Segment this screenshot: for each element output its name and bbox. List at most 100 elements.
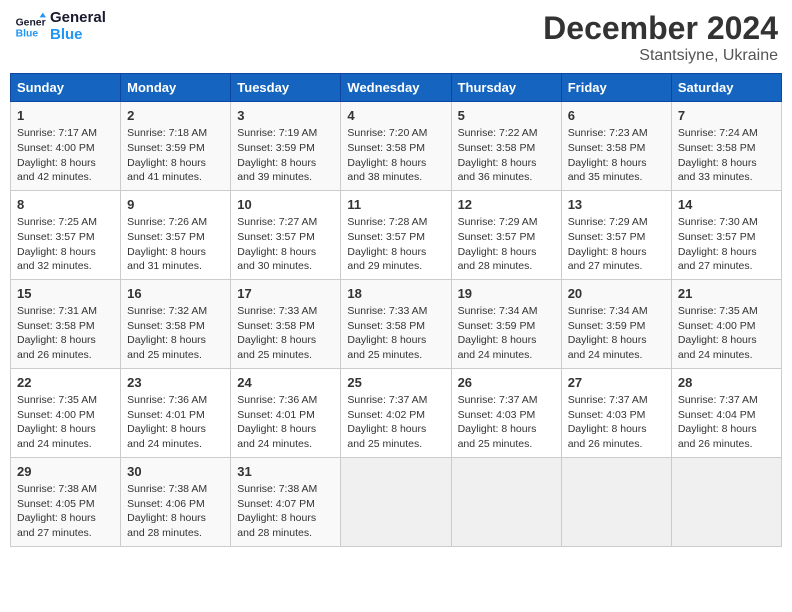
weekday-header: Monday: [121, 74, 231, 102]
day-info: Daylight: 8 hours: [347, 333, 444, 348]
day-info: Sunset: 3:58 PM: [237, 319, 334, 334]
day-info: Daylight: 8 hours: [568, 422, 665, 437]
day-number: 25: [347, 374, 444, 392]
calendar-cell: [561, 457, 671, 546]
calendar-body: 1Sunrise: 7:17 AMSunset: 4:00 PMDaylight…: [11, 102, 782, 547]
day-info: Sunrise: 7:19 AM: [237, 126, 334, 141]
calendar-cell: 6Sunrise: 7:23 AMSunset: 3:58 PMDaylight…: [561, 102, 671, 191]
day-info: Sunrise: 7:24 AM: [678, 126, 775, 141]
day-info: Sunrise: 7:37 AM: [568, 393, 665, 408]
day-info: Sunrise: 7:36 AM: [237, 393, 334, 408]
day-info: Sunrise: 7:18 AM: [127, 126, 224, 141]
day-info: Daylight: 8 hours: [678, 333, 775, 348]
svg-text:Blue: Blue: [16, 28, 39, 39]
weekday-header: Wednesday: [341, 74, 451, 102]
day-info: Daylight: 8 hours: [127, 333, 224, 348]
day-info: Sunrise: 7:36 AM: [127, 393, 224, 408]
calendar-cell: 17Sunrise: 7:33 AMSunset: 3:58 PMDayligh…: [231, 279, 341, 368]
day-info: and 31 minutes.: [127, 259, 224, 274]
day-info: and 25 minutes.: [347, 437, 444, 452]
calendar-cell: 29Sunrise: 7:38 AMSunset: 4:05 PMDayligh…: [11, 457, 121, 546]
day-number: 15: [17, 285, 114, 303]
day-info: and 32 minutes.: [17, 259, 114, 274]
calendar-cell: 2Sunrise: 7:18 AMSunset: 3:59 PMDaylight…: [121, 102, 231, 191]
day-info: Daylight: 8 hours: [237, 156, 334, 171]
calendar-cell: 20Sunrise: 7:34 AMSunset: 3:59 PMDayligh…: [561, 279, 671, 368]
day-number: 13: [568, 196, 665, 214]
day-info: Daylight: 8 hours: [127, 511, 224, 526]
day-number: 5: [458, 107, 555, 125]
day-info: Daylight: 8 hours: [347, 156, 444, 171]
calendar-week-row: 8Sunrise: 7:25 AMSunset: 3:57 PMDaylight…: [11, 190, 782, 279]
day-info: Sunset: 4:00 PM: [17, 141, 114, 156]
calendar-cell: 8Sunrise: 7:25 AMSunset: 3:57 PMDaylight…: [11, 190, 121, 279]
day-info: Sunrise: 7:34 AM: [568, 304, 665, 319]
logo: General Blue General Blue: [14, 10, 106, 43]
day-info: and 27 minutes.: [17, 526, 114, 541]
calendar-cell: 28Sunrise: 7:37 AMSunset: 4:04 PMDayligh…: [671, 368, 781, 457]
day-info: and 25 minutes.: [237, 348, 334, 363]
day-number: 2: [127, 107, 224, 125]
day-info: Sunrise: 7:37 AM: [678, 393, 775, 408]
day-info: Sunrise: 7:20 AM: [347, 126, 444, 141]
day-info: Sunset: 4:02 PM: [347, 408, 444, 423]
day-info: and 38 minutes.: [347, 170, 444, 185]
day-number: 16: [127, 285, 224, 303]
day-number: 22: [17, 374, 114, 392]
day-info: and 26 minutes.: [17, 348, 114, 363]
calendar-cell: 21Sunrise: 7:35 AMSunset: 4:00 PMDayligh…: [671, 279, 781, 368]
calendar-cell: 1Sunrise: 7:17 AMSunset: 4:00 PMDaylight…: [11, 102, 121, 191]
calendar-cell: 24Sunrise: 7:36 AMSunset: 4:01 PMDayligh…: [231, 368, 341, 457]
day-info: Sunset: 4:04 PM: [678, 408, 775, 423]
day-info: Sunset: 3:57 PM: [458, 230, 555, 245]
day-info: and 25 minutes.: [458, 437, 555, 452]
day-info: and 33 minutes.: [678, 170, 775, 185]
day-info: Sunrise: 7:33 AM: [237, 304, 334, 319]
day-info: and 24 minutes.: [458, 348, 555, 363]
day-number: 14: [678, 196, 775, 214]
day-info: Sunset: 4:01 PM: [237, 408, 334, 423]
day-info: Sunrise: 7:38 AM: [237, 482, 334, 497]
day-info: Daylight: 8 hours: [568, 156, 665, 171]
calendar-cell: 19Sunrise: 7:34 AMSunset: 3:59 PMDayligh…: [451, 279, 561, 368]
day-info: Sunset: 4:00 PM: [678, 319, 775, 334]
day-number: 7: [678, 107, 775, 125]
calendar-week-row: 22Sunrise: 7:35 AMSunset: 4:00 PMDayligh…: [11, 368, 782, 457]
day-number: 20: [568, 285, 665, 303]
calendar-cell: [451, 457, 561, 546]
day-info: Daylight: 8 hours: [17, 333, 114, 348]
day-info: Sunrise: 7:32 AM: [127, 304, 224, 319]
day-info: Daylight: 8 hours: [237, 245, 334, 260]
day-info: and 27 minutes.: [568, 259, 665, 274]
weekday-header: Tuesday: [231, 74, 341, 102]
day-info: and 36 minutes.: [458, 170, 555, 185]
calendar-cell: 13Sunrise: 7:29 AMSunset: 3:57 PMDayligh…: [561, 190, 671, 279]
day-number: 21: [678, 285, 775, 303]
day-number: 31: [237, 463, 334, 481]
day-info: Sunrise: 7:22 AM: [458, 126, 555, 141]
day-info: Daylight: 8 hours: [458, 422, 555, 437]
day-info: and 42 minutes.: [17, 170, 114, 185]
calendar-cell: 5Sunrise: 7:22 AMSunset: 3:58 PMDaylight…: [451, 102, 561, 191]
day-info: Sunset: 4:05 PM: [17, 497, 114, 512]
day-number: 17: [237, 285, 334, 303]
day-info: Sunset: 3:58 PM: [458, 141, 555, 156]
day-info: Sunset: 4:03 PM: [458, 408, 555, 423]
day-info: Daylight: 8 hours: [678, 245, 775, 260]
day-info: Daylight: 8 hours: [17, 245, 114, 260]
calendar-cell: 16Sunrise: 7:32 AMSunset: 3:58 PMDayligh…: [121, 279, 231, 368]
calendar-cell: 3Sunrise: 7:19 AMSunset: 3:59 PMDaylight…: [231, 102, 341, 191]
day-info: Sunrise: 7:26 AM: [127, 215, 224, 230]
calendar-cell: 31Sunrise: 7:38 AMSunset: 4:07 PMDayligh…: [231, 457, 341, 546]
day-number: 8: [17, 196, 114, 214]
day-info: Sunset: 3:58 PM: [347, 319, 444, 334]
day-info: Daylight: 8 hours: [678, 156, 775, 171]
calendar-cell: 12Sunrise: 7:29 AMSunset: 3:57 PMDayligh…: [451, 190, 561, 279]
calendar-cell: 30Sunrise: 7:38 AMSunset: 4:06 PMDayligh…: [121, 457, 231, 546]
logo-icon: General Blue: [14, 11, 46, 43]
calendar-cell: 18Sunrise: 7:33 AMSunset: 3:58 PMDayligh…: [341, 279, 451, 368]
calendar-cell: 10Sunrise: 7:27 AMSunset: 3:57 PMDayligh…: [231, 190, 341, 279]
calendar-cell: 27Sunrise: 7:37 AMSunset: 4:03 PMDayligh…: [561, 368, 671, 457]
calendar-week-row: 29Sunrise: 7:38 AMSunset: 4:05 PMDayligh…: [11, 457, 782, 546]
day-info: and 25 minutes.: [347, 348, 444, 363]
